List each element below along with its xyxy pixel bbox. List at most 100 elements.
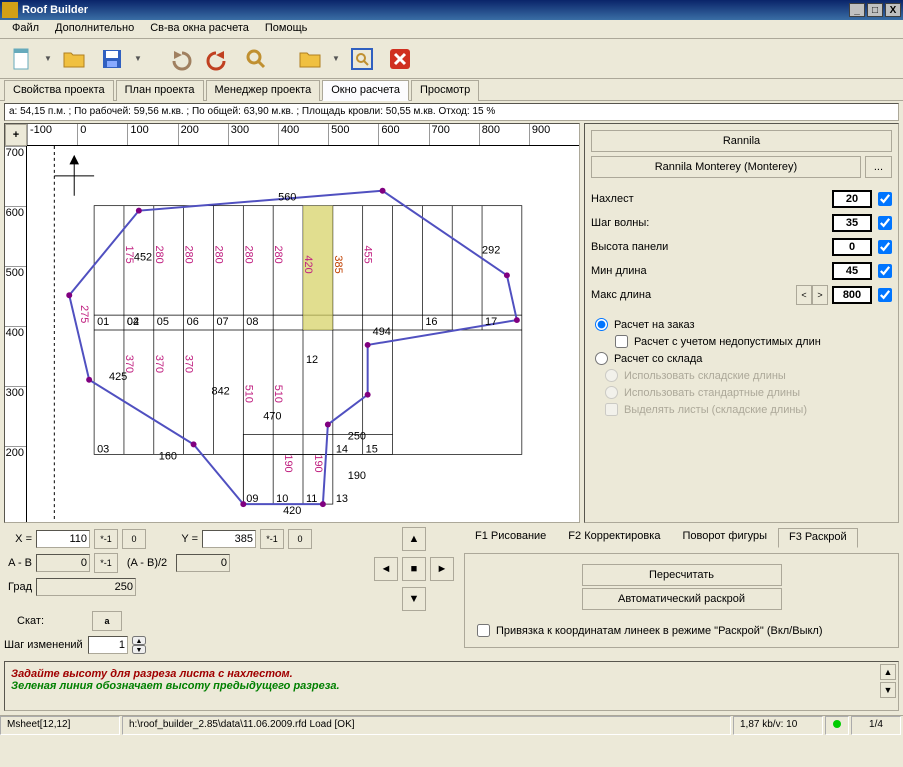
skat-label: Скат: [4, 615, 44, 627]
menu-additional[interactable]: Дополнительно [47, 20, 142, 38]
svg-text:385: 385 [332, 255, 344, 273]
canvas-content[interactable]: 560 452 425 292 250 494 470 420 190 160 … [27, 146, 579, 522]
step-input[interactable] [88, 636, 128, 654]
svg-text:510: 510 [272, 385, 284, 403]
recalc-button[interactable]: Пересчитать [582, 564, 782, 586]
open-button[interactable] [58, 43, 90, 75]
snap-check[interactable] [477, 624, 490, 637]
auto-cut-button[interactable]: Автоматический раскрой [582, 588, 782, 610]
min-length-input[interactable] [832, 262, 872, 280]
wave-step-label: Шаг волны: [591, 217, 832, 229]
svg-text:292: 292 [482, 244, 500, 256]
ab-neg-button[interactable]: *-1 [94, 553, 118, 573]
y-neg-button[interactable]: *-1 [260, 529, 284, 549]
svg-text:420: 420 [283, 505, 301, 517]
overlap-label: Нахлест [591, 193, 832, 205]
min-length-check[interactable] [878, 264, 892, 278]
tab-calc-window[interactable]: Окно расчета [322, 80, 409, 101]
svg-text:280: 280 [183, 245, 195, 263]
wave-step-check[interactable] [878, 216, 892, 230]
skat-button[interactable]: a [92, 611, 122, 631]
folder2-button[interactable] [294, 43, 326, 75]
tab-preview[interactable]: Просмотр [411, 80, 479, 101]
max-length-next[interactable]: > [812, 285, 828, 305]
hint-line-2: Зеленая линия обозначает высоту предыдущ… [11, 680, 892, 692]
brand-button[interactable]: Rannila [591, 130, 892, 152]
minimize-button[interactable]: _ [849, 3, 865, 17]
model-more-button[interactable]: ... [865, 156, 892, 178]
svg-text:17: 17 [485, 316, 497, 328]
calc-order-radio[interactable] [595, 318, 608, 331]
x-zero-button[interactable]: 0 [122, 529, 146, 549]
drawing-canvas[interactable]: + -1000100200300400500600700800900 70060… [4, 123, 580, 523]
svg-text:05: 05 [157, 316, 169, 328]
panel-height-check[interactable] [878, 240, 892, 254]
zoom-button[interactable] [240, 43, 272, 75]
x-neg-button[interactable]: *-1 [94, 529, 118, 549]
wave-step-input[interactable] [832, 214, 872, 232]
tab-f3-cut[interactable]: F3 Раскрой [778, 528, 858, 548]
status-led [825, 716, 849, 735]
hint-scroll-up[interactable]: ▲ [880, 664, 896, 680]
step-up[interactable]: ▲ [132, 636, 146, 645]
svg-text:190: 190 [312, 454, 324, 472]
max-length-input[interactable] [832, 286, 872, 304]
tab-project-props[interactable]: Свойства проекта [4, 80, 114, 101]
ruler-origin-button[interactable]: + [5, 124, 27, 146]
folder2-dropdown-icon[interactable]: ▼ [332, 54, 340, 63]
menu-calc-props[interactable]: Св-ва окна расчета [142, 20, 257, 38]
arrow-up[interactable]: ▲ [402, 527, 426, 551]
new-dropdown-icon[interactable]: ▼ [44, 54, 52, 63]
overlap-input[interactable] [832, 190, 872, 208]
tab-rotate[interactable]: Поворот фигуры [671, 527, 778, 547]
grad-input [36, 578, 136, 596]
svg-text:280: 280 [153, 245, 165, 263]
svg-text:190: 190 [348, 470, 366, 482]
svg-text:370: 370 [183, 355, 195, 373]
x-input[interactable] [36, 530, 90, 548]
y-input[interactable] [202, 530, 256, 548]
svg-text:275: 275 [78, 305, 90, 323]
save-dropdown-icon[interactable]: ▼ [134, 54, 142, 63]
redo-button[interactable] [202, 43, 234, 75]
menu-help[interactable]: Помощь [257, 20, 316, 38]
new-button[interactable] [6, 43, 38, 75]
panel-height-input[interactable] [832, 238, 872, 256]
tab-project-manager[interactable]: Менеджер проекта [206, 80, 321, 101]
stop-button[interactable] [384, 43, 416, 75]
overlap-check[interactable] [878, 192, 892, 206]
max-length-check[interactable] [878, 288, 892, 302]
save-button[interactable] [96, 43, 128, 75]
arrow-down[interactable]: ▼ [402, 587, 426, 611]
svg-text:510: 510 [242, 385, 254, 403]
calc-bad-lengths-check[interactable] [615, 335, 628, 348]
tab-f2-correct[interactable]: F2 Корректировка [557, 527, 671, 547]
max-length-prev[interactable]: < [796, 285, 812, 305]
tab-f1-draw[interactable]: F1 Рисование [464, 527, 557, 547]
y-zero-button[interactable]: 0 [288, 529, 312, 549]
close-button[interactable]: X [885, 3, 901, 17]
main-tabs: Свойства проекта План проекта Менеджер п… [0, 79, 903, 101]
svg-text:16: 16 [425, 316, 437, 328]
calc-stock-radio[interactable] [595, 352, 608, 365]
hint-line-1: Задайте высоту для разреза листа с нахле… [11, 668, 892, 680]
svg-text:12: 12 [306, 354, 318, 366]
model-button[interactable]: Rannila Monterey (Monterey) [591, 156, 861, 178]
step-down[interactable]: ▼ [132, 645, 146, 654]
tab-project-plan[interactable]: План проекта [116, 80, 204, 101]
menu-file[interactable]: Файл [4, 20, 47, 38]
toolbar: ▼ ▼ ▼ [0, 39, 903, 79]
calc-summary: a: 54,15 п.м. ; По рабочей: 59,56 м.кв. … [4, 103, 899, 121]
ab-label: A - B [4, 557, 32, 569]
arrow-left[interactable]: ◄ [374, 557, 398, 581]
arrow-center[interactable]: ■ [402, 557, 426, 581]
undo-button[interactable] [164, 43, 196, 75]
zoom-fit-button[interactable] [346, 43, 378, 75]
maximize-button[interactable]: □ [867, 3, 883, 17]
svg-text:470: 470 [263, 411, 281, 423]
svg-text:06: 06 [187, 316, 199, 328]
svg-text:280: 280 [272, 245, 284, 263]
min-length-label: Мин длина [591, 265, 832, 277]
hint-scroll-down[interactable]: ▼ [880, 682, 896, 698]
arrow-right[interactable]: ► [430, 557, 454, 581]
